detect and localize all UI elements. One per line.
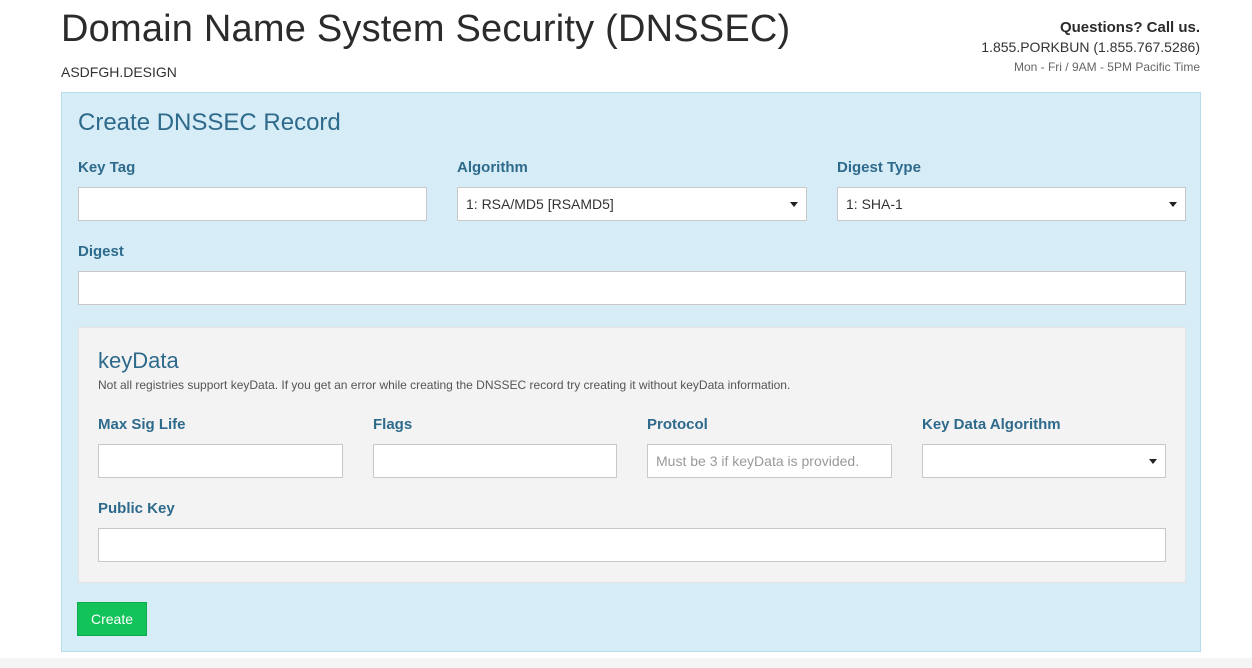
contact-info: Questions? Call us. 1.855.PORKBUN (1.855… [981,19,1200,74]
protocol-label: Protocol [647,416,708,433]
page-bottom-edge [0,658,1252,668]
public-key-label: Public Key [98,500,175,517]
key-tag-input[interactable] [78,187,427,221]
digest-type-selected-value: 1: SHA-1 [846,196,903,212]
keydata-note: Not all registries support keyData. If y… [98,378,791,392]
digest-input[interactable] [78,271,1186,305]
chevron-down-icon [1169,202,1177,207]
contact-hours: Mon - Fri / 9AM - 5PM Pacific Time [1013,60,1200,74]
max-sig-life-input[interactable] [98,444,343,478]
dnssec-page: Domain Name System Security (DNSSEC) ASD… [0,0,1252,668]
key-tag-label: Key Tag [78,159,136,176]
max-sig-life-label: Max Sig Life [98,416,186,433]
flags-input[interactable] [373,444,617,478]
keydata-title: keyData [98,348,179,373]
digest-type-label: Digest Type [837,159,921,176]
algorithm-label: Algorithm [457,159,528,176]
create-dnssec-panel: Create DNSSEC Record Key Tag Algorithm 1… [61,92,1201,652]
contact-question: Questions? Call us. [1059,19,1200,36]
domain-name: ASDFGH.DESIGN [61,64,177,80]
key-data-algorithm-select[interactable] [922,444,1166,478]
page-title: Domain Name System Security (DNSSEC) [61,8,791,50]
algorithm-selected-value: 1: RSA/MD5 [RSAMD5] [466,196,614,212]
create-button[interactable]: Create [77,602,147,636]
digest-type-select[interactable]: 1: SHA-1 [837,187,1186,221]
panel-title: Create DNSSEC Record [78,109,341,136]
keydata-panel: keyData Not all registries support keyDa… [78,327,1186,583]
key-data-algorithm-label: Key Data Algorithm [922,416,1061,433]
algorithm-select[interactable]: 1: RSA/MD5 [RSAMD5] [457,187,807,221]
digest-label: Digest [78,243,124,260]
contact-phone: 1.855.PORKBUN (1.855.767.5286) [981,39,1200,55]
flags-label: Flags [373,416,413,433]
chevron-down-icon [790,202,798,207]
chevron-down-icon [1149,459,1157,464]
public-key-input[interactable] [98,528,1166,562]
protocol-input[interactable] [647,444,892,478]
